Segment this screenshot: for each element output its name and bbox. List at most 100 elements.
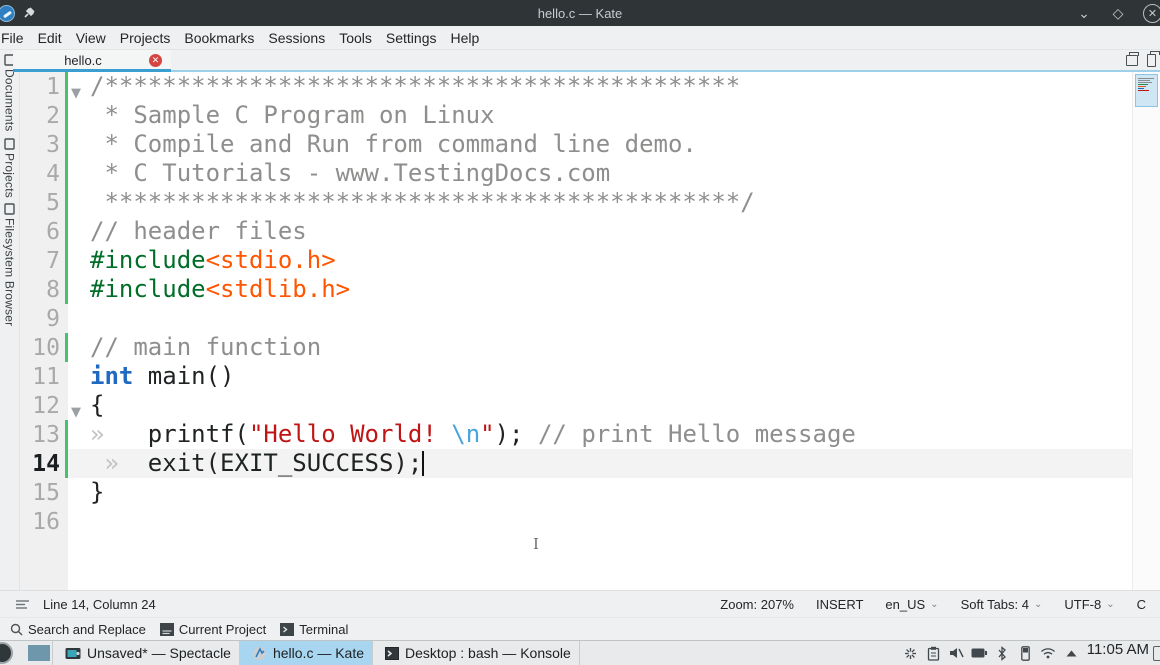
pin-icon[interactable] xyxy=(23,6,37,20)
project-icon xyxy=(160,623,174,636)
code-line[interactable]: // header files xyxy=(68,217,1132,246)
menu-edit[interactable]: Edit xyxy=(31,28,69,48)
code-segment: ****************************************… xyxy=(90,188,755,216)
task-button-spectacle[interactable]: Unsaved* — Spectacle xyxy=(52,641,239,665)
toolview-label: Current Project xyxy=(179,622,266,637)
tabbar: hello.c ✕ xyxy=(20,50,1160,72)
bluetooth-icon[interactable] xyxy=(994,645,1011,662)
line-number: 13 xyxy=(20,420,68,449)
code-line[interactable]: * Sample C Program on Linux xyxy=(68,101,1132,130)
line-number: 3 xyxy=(20,130,68,159)
code-segment: \n xyxy=(451,420,480,448)
code-segment: main() xyxy=(133,362,234,390)
panel-edge-icon[interactable] xyxy=(1153,646,1160,661)
volume-muted-icon[interactable] xyxy=(948,645,965,662)
caret-up-icon[interactable] xyxy=(1063,645,1080,662)
menu-sessions[interactable]: Sessions xyxy=(261,28,332,48)
code-segment: // print Hello message xyxy=(538,420,856,448)
statusbar-c[interactable]: C xyxy=(1137,597,1146,612)
statusbar-item-label: C xyxy=(1137,597,1146,612)
line-number: 6 xyxy=(20,217,68,246)
code-line[interactable]: #include<stdio.h> xyxy=(68,246,1132,275)
menu-file[interactable]: File xyxy=(0,28,31,48)
code-segment: #include xyxy=(90,275,206,303)
code-segment: * C Tutorials - www.TestingDocs.com xyxy=(90,159,610,187)
code-line[interactable]: } xyxy=(68,478,1132,507)
updates-icon[interactable] xyxy=(902,645,919,662)
tab-close-icon[interactable]: ✕ xyxy=(149,54,162,67)
line-number: 14 xyxy=(20,449,68,478)
toolview-terminal[interactable]: Terminal xyxy=(280,622,348,637)
code-segment: printf( xyxy=(148,420,249,448)
line-number: 8 xyxy=(20,275,68,304)
code-line[interactable] xyxy=(68,507,1132,536)
menu-help[interactable]: Help xyxy=(443,28,486,48)
code-line[interactable]: » exit(EXIT_SUCCESS); xyxy=(68,449,1132,478)
menu-tools[interactable]: Tools xyxy=(332,28,379,48)
tab-hello-c[interactable]: hello.c ✕ xyxy=(13,50,171,70)
wifi-icon[interactable] xyxy=(1040,645,1057,662)
code-line[interactable]: // main function xyxy=(68,333,1132,362)
document-icon xyxy=(4,203,15,215)
toolview-current-project[interactable]: Current Project xyxy=(160,622,266,637)
code-area[interactable]: I ▼/************************************… xyxy=(68,72,1132,590)
minimize-button[interactable]: ⌄ xyxy=(1075,4,1093,22)
document-icon xyxy=(4,138,15,150)
menu-settings[interactable]: Settings xyxy=(379,28,444,48)
maximize-button[interactable]: ◇ xyxy=(1109,4,1127,22)
sidebar-item-label: Documents xyxy=(3,69,17,132)
document-list-icon[interactable] xyxy=(1147,54,1156,67)
sidebar-item-projects[interactable]: Projects xyxy=(3,138,17,198)
code-segment: // main function xyxy=(90,333,321,361)
clipboard-icon[interactable] xyxy=(925,645,942,662)
battery-icon[interactable] xyxy=(971,645,988,662)
desktop-pager[interactable] xyxy=(28,645,50,661)
task-button-kate[interactable]: hello.c — Kate xyxy=(239,641,372,665)
code-line[interactable]: ****************************************… xyxy=(68,188,1132,217)
app-launcher-icon[interactable] xyxy=(0,641,26,665)
code-segment: { xyxy=(90,391,104,419)
code-line[interactable]: #include<stdlib.h> xyxy=(68,275,1132,304)
new-document-icon[interactable] xyxy=(1126,55,1138,66)
code-line[interactable]: int main() xyxy=(68,362,1132,391)
minimap[interactable] xyxy=(1135,74,1158,107)
line-number: 10 xyxy=(20,333,68,362)
code-segment: <stdlib.h> xyxy=(206,275,351,303)
code-line[interactable]: ▼{ xyxy=(68,391,1132,420)
code-line[interactable]: ▼/**************************************… xyxy=(68,72,1132,101)
phone-icon[interactable] xyxy=(1017,645,1034,662)
code-line[interactable]: » printf("Hello World! \n"); // print He… xyxy=(68,420,1132,449)
menu-bookmarks[interactable]: Bookmarks xyxy=(177,28,261,48)
toolview-search-and-replace[interactable]: Search and Replace xyxy=(10,622,146,637)
statusbar-soft-tabs-4[interactable]: Soft Tabs: 4⌄ xyxy=(961,597,1043,612)
menu-projects[interactable]: Projects xyxy=(113,28,178,48)
sidebar-item-label: Filesystem Browser xyxy=(3,218,17,326)
statusbar-item-label: en_US xyxy=(885,597,925,612)
menu-view[interactable]: View xyxy=(69,28,113,48)
code-segment: * Compile and Run from command line demo… xyxy=(90,130,697,158)
statusbar-en-us[interactable]: en_US⌄ xyxy=(885,597,938,612)
code-line[interactable]: * C Tutorials - www.TestingDocs.com xyxy=(68,159,1132,188)
chevron-down-icon: ⌄ xyxy=(1106,599,1114,610)
statusbar-utf-8[interactable]: UTF-8⌄ xyxy=(1064,597,1114,612)
sidebar-item-label: Projects xyxy=(3,153,17,198)
kate-window: hello.c — Kate ⌄ ◇ ✕ FileEditViewProject… xyxy=(0,0,1160,665)
text-cursor xyxy=(422,451,424,476)
line-number: 11 xyxy=(20,362,68,391)
code-line[interactable]: * Compile and Run from command line demo… xyxy=(68,130,1132,159)
task-label: Unsaved* — Spectacle xyxy=(87,645,231,661)
scrollbar[interactable] xyxy=(1132,72,1160,590)
code-line[interactable] xyxy=(68,304,1132,333)
statusbar-insert[interactable]: INSERT xyxy=(816,597,863,612)
code-segment: exit(EXIT_SUCCESS); xyxy=(148,449,423,477)
statusbar-zoom-207-[interactable]: Zoom: 207% xyxy=(720,597,794,612)
lines-icon[interactable] xyxy=(16,599,29,610)
line-number: 4 xyxy=(20,159,68,188)
sidebar-item-filesystem-browser[interactable]: Filesystem Browser xyxy=(3,203,17,326)
clock[interactable]: 11:05 AM xyxy=(1084,641,1153,665)
close-button[interactable]: ✕ xyxy=(1143,4,1160,23)
system-tray xyxy=(902,641,1084,665)
task-button-konsole[interactable]: Desktop : bash — Konsole xyxy=(372,641,580,665)
line-number: 2 xyxy=(20,101,68,130)
toolview-label: Terminal xyxy=(299,622,348,637)
